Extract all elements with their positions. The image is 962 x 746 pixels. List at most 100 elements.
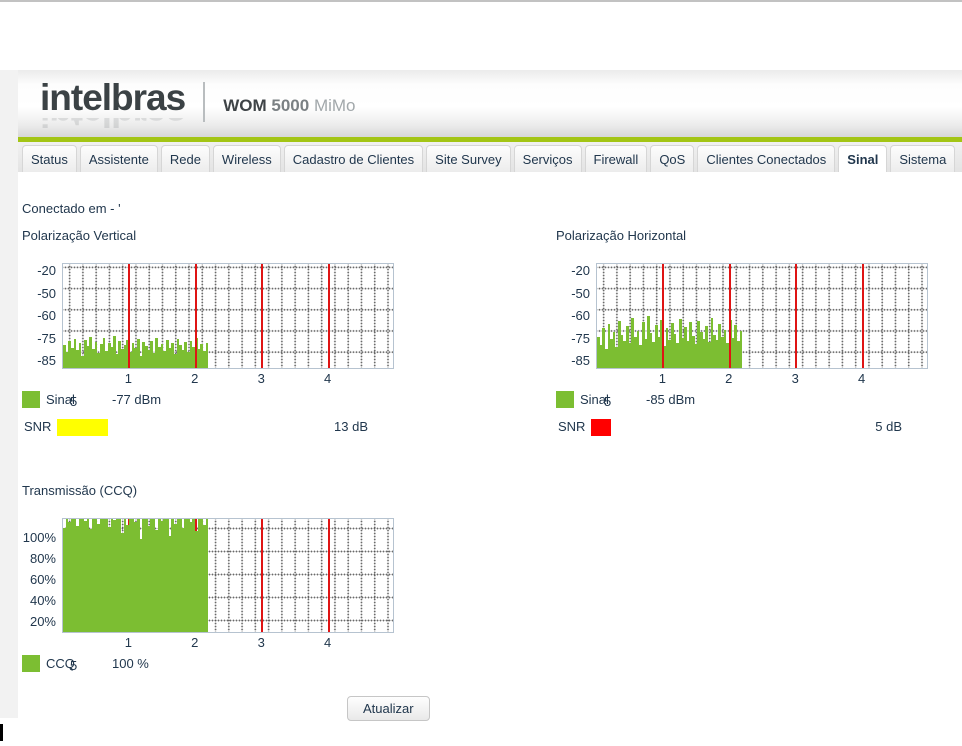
chart-transmissao-ccq: Transmissão (CCQ) 100% 80% 60% 40% 20% 1234 …	[22, 483, 398, 673]
signal-plot	[62, 263, 394, 369]
x-tick: 1	[124, 635, 133, 650]
x-axis-labels: 1 2 3 4	[22, 633, 398, 651]
signal-bars	[63, 264, 209, 368]
tab-status[interactable]: Status	[22, 145, 77, 172]
red-marker-line	[261, 519, 264, 632]
snr-label: SNR	[558, 419, 586, 434]
signal-value: -77 dBm	[112, 392, 162, 407]
snr-row: SNR 13 dB	[22, 419, 398, 436]
y-tick: -85	[37, 353, 56, 368]
overlapping-x-tick: 5	[70, 658, 78, 673]
red-marker-line	[728, 264, 731, 368]
y-tick: 20%	[29, 614, 56, 629]
ccq-plot	[62, 518, 394, 633]
tab-clientes-conectados[interactable]: Clientes Conectados	[697, 145, 836, 172]
y-tick: -20	[571, 263, 590, 278]
y-axis-labels: -20 -50 -60 -75 -85	[22, 263, 62, 369]
intelbras-logo: intelbras intelbras	[40, 77, 186, 134]
snr-value: 13 dB	[334, 419, 368, 434]
refresh-button[interactable]: Atualizar	[347, 696, 430, 721]
y-axis-labels: 100% 80% 60% 40% 20%	[22, 518, 62, 633]
red-marker-line	[795, 264, 798, 368]
window-top-border	[0, 0, 962, 2]
snr-level-bar	[57, 419, 108, 436]
tab-assistente[interactable]: Assistente	[79, 145, 158, 172]
chart-polarizacao-vertical: Polarização Vertical -20 -50 -60 -75 -85 1 2 3…	[22, 228, 398, 436]
legend-swatch	[556, 391, 574, 408]
red-marker-line	[261, 264, 264, 368]
legend-swatch	[22, 391, 40, 408]
y-tick: 80%	[29, 551, 56, 566]
page-left-gutter	[0, 70, 18, 718]
chart-title: Polarização Horizontal	[556, 228, 687, 243]
tab-sinal[interactable]: Sinal	[838, 145, 888, 172]
y-tick: -50	[37, 285, 56, 301]
legend-row: Sinal 5 -85 dBm	[556, 391, 932, 409]
tab-sistema[interactable]: Sistema	[890, 145, 956, 172]
product-model: 5000	[271, 96, 310, 115]
signal-plot	[596, 263, 928, 369]
snr-level-bar	[591, 419, 611, 436]
y-tick: -60	[571, 308, 590, 323]
tab-rede[interactable]: Rede	[160, 145, 210, 172]
ccq-value: 100 %	[112, 656, 149, 671]
red-marker-line	[662, 264, 665, 368]
x-tick: 3	[257, 371, 265, 386]
red-marker-line	[327, 519, 330, 632]
y-tick: 60%	[29, 572, 56, 587]
y-tick: -20	[37, 263, 56, 278]
y-tick: -50	[571, 285, 590, 301]
y-tick: 100%	[22, 530, 56, 545]
y-tick: -75	[571, 330, 590, 346]
x-tick: 4	[323, 635, 332, 650]
tab-site-survey[interactable]: Site Survey	[426, 145, 511, 172]
chart-title: Transmissão (CCQ)	[22, 483, 138, 498]
chart-polarizacao-horizontal: Polarização Horizontal -20 -50 -60 -75 -85 1…	[556, 228, 932, 436]
red-marker-line	[327, 264, 330, 368]
chart-title: Polarização Vertical	[22, 228, 137, 243]
tab-firewall[interactable]: Firewall	[584, 145, 648, 172]
x-tick: 2	[725, 371, 733, 386]
snr-row: SNR 5 dB	[556, 419, 932, 436]
signal-bars	[597, 264, 743, 368]
x-tick: 3	[791, 371, 799, 386]
x-tick: 3	[257, 635, 265, 650]
red-marker-line	[128, 264, 131, 368]
y-tick: -75	[37, 330, 56, 346]
x-axis-labels: 1 2 3 4	[556, 369, 932, 387]
tab-wireless[interactable]: Wireless	[212, 145, 281, 172]
tab-bar: Status Assistente Rede Wireless Cadastro de …	[18, 142, 962, 172]
tab-cadastro-de-clientes[interactable]: Cadastro de Clientes	[283, 145, 424, 172]
text-caret-artifact	[0, 724, 3, 741]
x-tick: 4	[857, 371, 866, 386]
y-tick: 40%	[29, 593, 56, 608]
product-variant: MiMo	[313, 96, 356, 115]
product-wom: WOM	[223, 96, 267, 115]
y-tick: -60	[37, 308, 56, 323]
y-tick: -85	[571, 353, 590, 368]
header: intelbras intelbras WOM 5000 MiMo	[18, 70, 962, 137]
logo-reflection: intelbras	[40, 118, 185, 133]
overlapping-x-tick: 5	[604, 394, 612, 409]
product-name: WOM 5000 MiMo	[223, 96, 355, 116]
logo-text: intelbras	[40, 77, 186, 118]
brand-divider	[203, 82, 206, 122]
snr-label: SNR	[24, 419, 52, 434]
tab-qos[interactable]: QoS	[650, 145, 695, 172]
x-axis-labels: 1 2 3 4	[22, 369, 398, 387]
legend-row: Sinal 5 -77 dBm	[22, 391, 398, 409]
legend-row: CCQ 5 100 %	[22, 655, 398, 673]
connected-status-text: Conectado em - '	[22, 201, 121, 216]
tab-servi-os[interactable]: Serviços	[513, 145, 582, 172]
page-container: intelbras intelbras WOM 5000 MiMo Status…	[18, 70, 962, 722]
x-tick: 2	[191, 635, 199, 650]
x-tick: 1	[124, 371, 133, 386]
y-axis-labels: -20 -50 -60 -75 -85	[556, 263, 596, 369]
snr-value: 5 dB	[875, 419, 902, 434]
red-marker-line	[861, 264, 864, 368]
ccq-bars	[63, 519, 209, 632]
red-marker-line	[194, 264, 197, 368]
legend-swatch	[22, 655, 40, 672]
overlapping-x-tick: 5	[70, 394, 78, 409]
signal-value: -85 dBm	[646, 392, 696, 407]
